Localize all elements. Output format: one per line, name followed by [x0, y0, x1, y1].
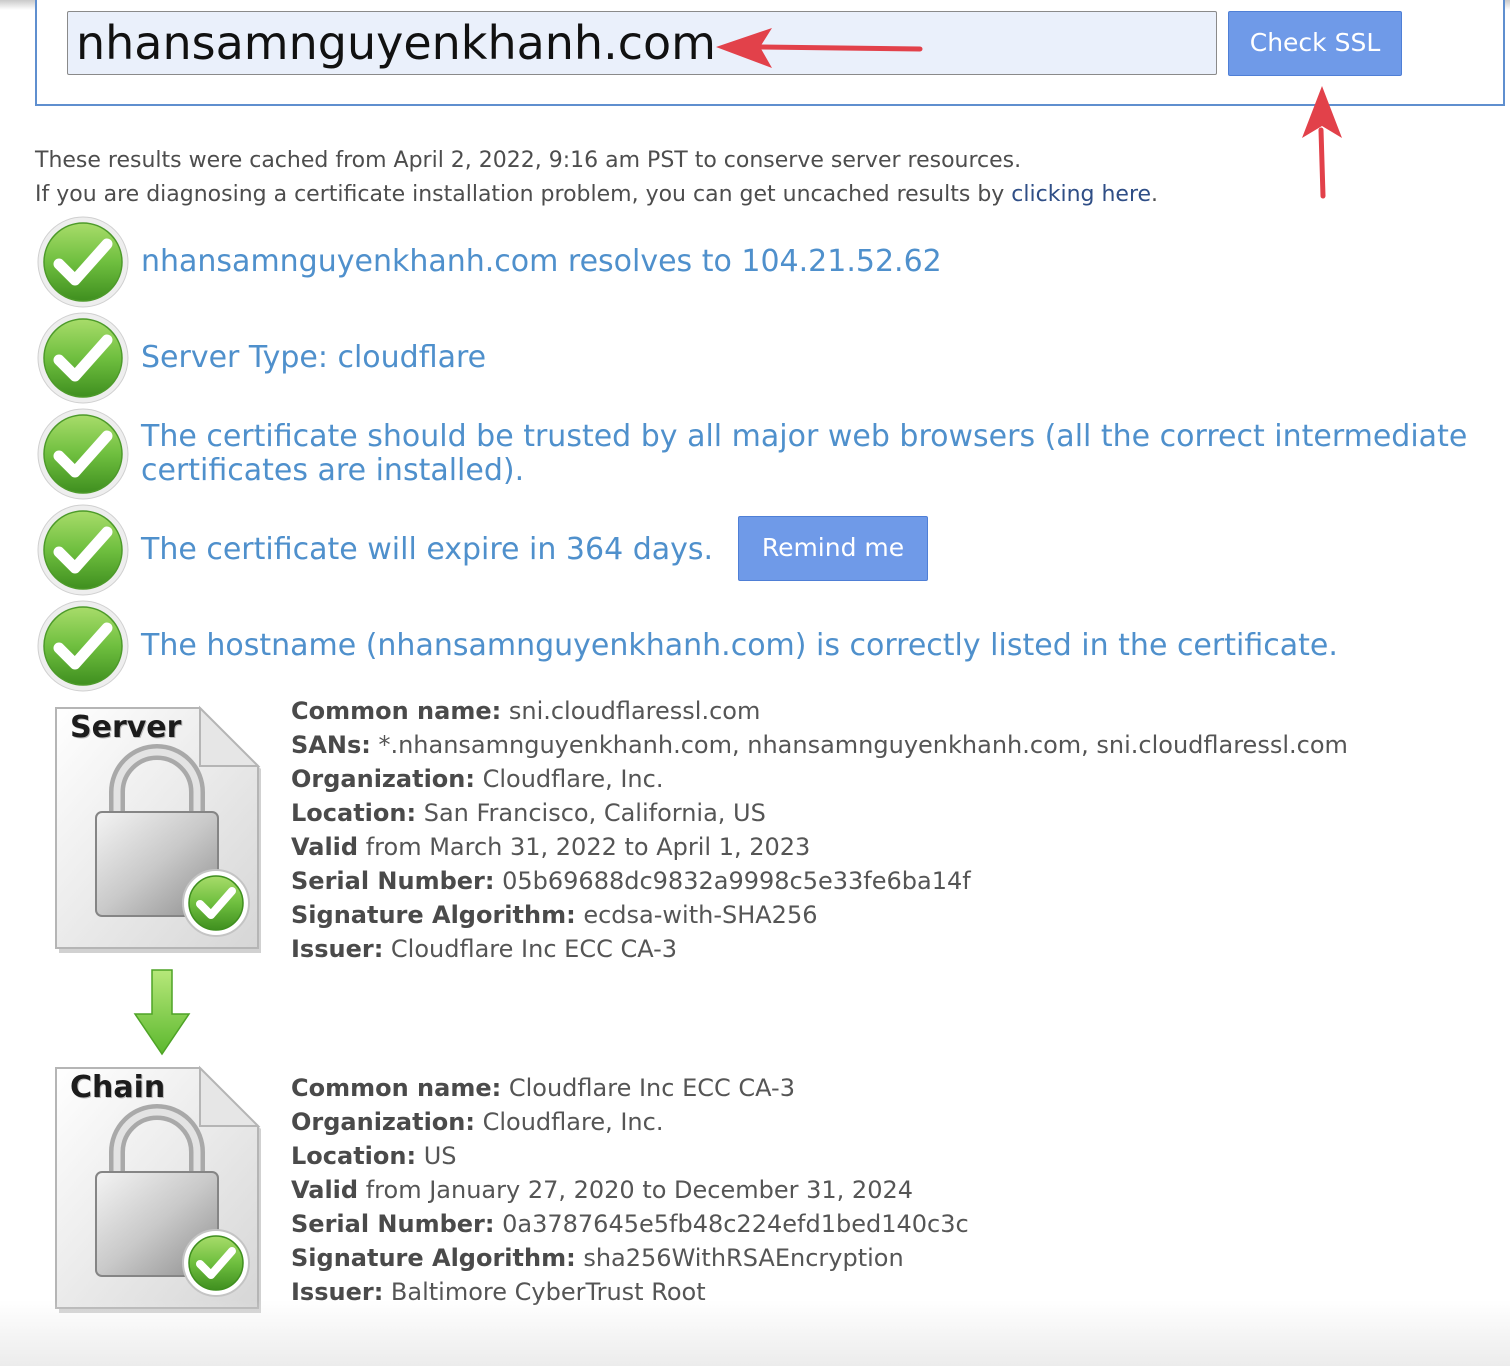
cert-field-row: Location: San Francisco, California, US	[291, 796, 1348, 830]
server-cert-label: Server	[70, 710, 182, 745]
annotation-arrow-icon	[1302, 86, 1342, 199]
cert-field-row: Valid from March 31, 2022 to April 1, 20…	[291, 830, 1348, 864]
cert-field-row: Common name: Cloudflare Inc ECC CA-3	[291, 1071, 969, 1105]
result-resolves: nhansamnguyenkhanh.com resolves to 104.2…	[141, 244, 942, 279]
check-circle-icon	[37, 312, 129, 404]
cert-field-key: Location:	[291, 799, 417, 827]
uncached-results-link[interactable]: clicking here	[1011, 182, 1151, 207]
cert-field-value: San Francisco, California, US	[416, 799, 766, 827]
chain-cert-label: Chain	[70, 1070, 166, 1105]
check-circle-icon	[37, 504, 129, 596]
check-circle-icon	[37, 600, 129, 692]
result-trusted-line2: certificates are installed).	[141, 453, 525, 488]
cert-field-row: Organization: Cloudflare, Inc.	[291, 1105, 969, 1139]
cert-field-key: Signature Algorithm:	[291, 1244, 576, 1272]
result-server-type: Server Type: cloudflare	[141, 340, 487, 375]
cert-field-row: Signature Algorithm: sha256WithRSAEncryp…	[291, 1241, 969, 1275]
cert-field-value: 0a3787645e5fb48c224efd1bed140c3c	[494, 1210, 969, 1238]
cert-field-value: Cloudflare Inc ECC CA-3	[501, 1074, 795, 1102]
result-expiry: The certificate will expire in 364 days.	[141, 532, 714, 567]
cache-notice-line1: These results were cached from April 2, …	[35, 148, 1022, 173]
cert-field-key: Location:	[291, 1142, 417, 1170]
bottom-shade	[0, 1300, 1510, 1366]
cert-field-value: Cloudflare Inc ECC CA-3	[383, 935, 678, 963]
cert-field-key: Valid	[291, 833, 359, 861]
cert-field-value: sha256WithRSAEncryption	[575, 1244, 904, 1272]
cert-field-key: SANs:	[291, 731, 371, 759]
chain-certificate-details: Common name: Cloudflare Inc ECC CA-3 Orga…	[291, 1071, 969, 1309]
hostname-input[interactable]	[67, 11, 1217, 75]
cert-field-value: Cloudflare, Inc.	[474, 1108, 664, 1136]
cert-field-key: Common name:	[291, 697, 502, 725]
cert-field-row: SANs: *.nhansamnguyenkhanh.com, nhansamn…	[291, 728, 1348, 762]
cert-field-key: Common name:	[291, 1074, 502, 1102]
cert-field-key: Serial Number:	[291, 867, 495, 895]
annotation-arrow-icon	[716, 28, 923, 68]
cache-notice-suffix: .	[1151, 182, 1159, 207]
cert-field-key: Issuer:	[291, 935, 384, 963]
server-certificate-details: Common name: sni.cloudflaressl.com SANs: …	[291, 694, 1348, 966]
cache-notice-line2: If you are diagnosing a certificate inst…	[35, 182, 1158, 207]
cert-field-row: Common name: sni.cloudflaressl.com	[291, 694, 1348, 728]
cert-field-row: Issuer: Cloudflare Inc ECC CA-3	[291, 932, 1348, 966]
cert-field-row: Location: US	[291, 1139, 969, 1173]
cert-field-row: Signature Algorithm: ecdsa-with-SHA256	[291, 898, 1348, 932]
check-circle-icon	[37, 216, 129, 308]
check-circle-icon	[37, 408, 129, 500]
cert-field-value: from January 27, 2020 to December 31, 20…	[358, 1176, 913, 1204]
cert-field-key: Valid	[291, 1176, 359, 1204]
cert-field-row: Organization: Cloudflare, Inc.	[291, 762, 1348, 796]
cache-notice-prefix: If you are diagnosing a certificate inst…	[35, 182, 1012, 207]
cert-field-row: Valid from January 27, 2020 to December …	[291, 1173, 969, 1207]
cert-field-value: US	[416, 1142, 457, 1170]
result-trusted-line1: The certificate should be trusted by all…	[141, 419, 1468, 454]
cert-field-key: Organization:	[291, 1108, 475, 1136]
cert-field-key: Signature Algorithm:	[291, 901, 576, 929]
cert-field-value: from March 31, 2022 to April 1, 2023	[358, 833, 811, 861]
cert-field-row: Serial Number: 05b69688dc9832a9998c5e33f…	[291, 864, 1348, 898]
cert-field-row: Serial Number: 0a3787645e5fb48c224efd1be…	[291, 1207, 969, 1241]
cert-field-key: Serial Number:	[291, 1210, 495, 1238]
check-ssl-button[interactable]: Check SSL	[1228, 11, 1402, 76]
cert-field-value: *.nhansamnguyenkhanh.com, nhansamnguyenk…	[370, 731, 1348, 759]
cert-field-key: Organization:	[291, 765, 475, 793]
cert-field-value: 05b69688dc9832a9998c5e33fe6ba14f	[494, 867, 971, 895]
cert-field-value: Cloudflare, Inc.	[474, 765, 664, 793]
down-arrow-icon	[133, 969, 191, 1056]
cert-field-value: ecdsa-with-SHA256	[575, 901, 818, 929]
result-hostname: The hostname (nhansamnguyenkhanh.com) is…	[141, 628, 1338, 663]
remind-me-button[interactable]: Remind me	[738, 516, 928, 581]
cert-field-value: sni.cloudflaressl.com	[501, 697, 761, 725]
